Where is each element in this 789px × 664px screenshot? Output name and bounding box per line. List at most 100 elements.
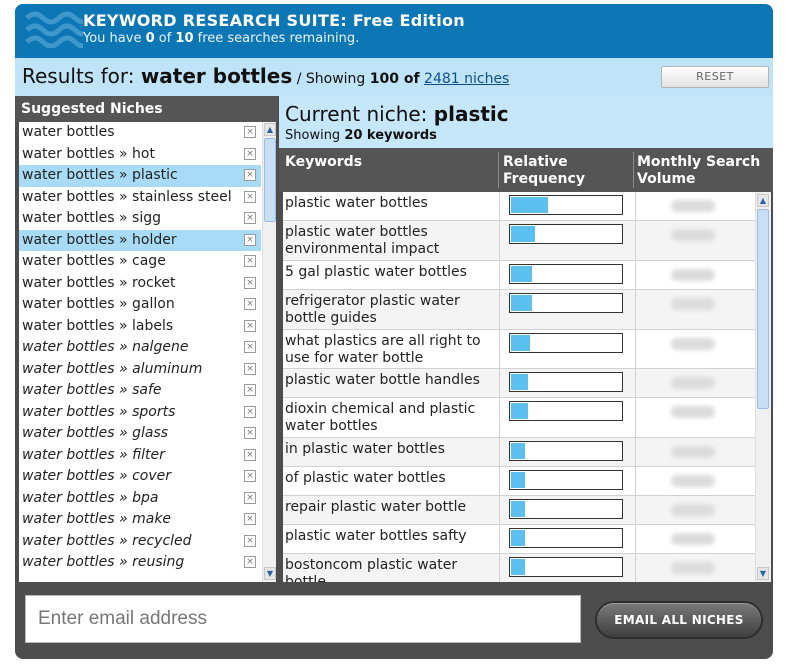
niche-item[interactable]: water bottles » safe × bbox=[19, 380, 261, 402]
keyword-text: plastic water bottles safty bbox=[285, 528, 467, 544]
app-title: KEYWORD RESEARCH SUITE: Free Edition bbox=[83, 11, 465, 30]
search-volume-blurred bbox=[671, 406, 715, 418]
keyword-text: plastic water bottles environmental impa… bbox=[285, 224, 440, 257]
frequency-bar-fill bbox=[511, 472, 525, 488]
reset-button[interactable]: RESET bbox=[661, 66, 769, 88]
niche-label: water bottles » recycled bbox=[22, 532, 192, 549]
niche-item[interactable]: water bottles » holder × bbox=[19, 229, 261, 251]
remove-niche-icon[interactable]: × bbox=[244, 405, 256, 418]
remove-niche-icon[interactable]: × bbox=[244, 169, 256, 181]
frequency-bar-fill bbox=[511, 226, 535, 242]
niche-item[interactable]: water bottles » filter × bbox=[19, 445, 261, 467]
niche-label: water bottles » safe bbox=[22, 382, 162, 398]
keyword-text: repair plastic water bottle bbox=[285, 499, 467, 515]
niche-item[interactable]: water bottles » labels × bbox=[19, 316, 261, 338]
keyword-row[interactable]: of plastic water bottles bbox=[283, 467, 755, 496]
remove-niche-icon[interactable]: × bbox=[244, 233, 256, 246]
remove-niche-icon[interactable]: × bbox=[244, 470, 256, 482]
keyword-row[interactable]: plastic water bottles safty bbox=[283, 525, 755, 554]
keyword-row[interactable]: bostoncom plastic water bottle bbox=[283, 554, 755, 582]
niche-label: water bottles » plastic bbox=[22, 167, 178, 183]
remove-niche-icon[interactable]: × bbox=[244, 319, 256, 332]
frequency-bar bbox=[509, 293, 623, 313]
results-bar: Results for: water bottles / Showing 100… bbox=[15, 58, 773, 96]
niche-item[interactable]: water bottles » aluminum × bbox=[19, 359, 261, 381]
niches-scrollbar[interactable]: ▲ ▼ bbox=[262, 122, 276, 582]
keywords-scroll-thumb[interactable] bbox=[757, 209, 769, 409]
remove-niche-icon[interactable]: × bbox=[244, 448, 256, 461]
niche-item[interactable]: water bottles » stainless steel × bbox=[19, 187, 261, 209]
frequency-bar bbox=[509, 441, 623, 461]
niche-item[interactable]: water bottles » nalgene × bbox=[19, 337, 261, 359]
niche-item[interactable]: water bottles × bbox=[19, 122, 261, 144]
scroll-up-icon[interactable]: ▲ bbox=[757, 194, 769, 207]
keyword-row[interactable]: what plastics are all right to use for w… bbox=[283, 330, 755, 369]
niche-item[interactable]: water bottles » rocket × bbox=[19, 273, 261, 295]
keyword-text: of plastic water bottles bbox=[285, 470, 446, 486]
search-volume-blurred bbox=[671, 229, 715, 241]
keyword-row[interactable]: refrigerator plastic water bottle guides bbox=[283, 290, 755, 330]
remove-niche-icon[interactable]: × bbox=[244, 341, 256, 353]
keyword-text: plastic water bottles bbox=[285, 195, 428, 211]
remove-niche-icon[interactable]: × bbox=[244, 147, 256, 160]
remove-niche-icon[interactable]: × bbox=[244, 362, 256, 375]
column-relative-frequency[interactable]: Relative Frequency bbox=[503, 154, 613, 188]
scroll-up-icon[interactable]: ▲ bbox=[264, 123, 276, 136]
niche-item[interactable]: water bottles » hot × bbox=[19, 144, 261, 166]
niche-item[interactable]: water bottles » bpa × bbox=[19, 488, 261, 510]
scroll-down-icon[interactable]: ▼ bbox=[757, 567, 769, 580]
keyword-row[interactable]: repair plastic water bottle bbox=[283, 496, 755, 525]
remove-niche-icon[interactable]: × bbox=[244, 384, 256, 396]
niche-item[interactable]: water bottles » cage × bbox=[19, 251, 261, 273]
column-monthly-search-volume[interactable]: Monthly Search Volume bbox=[637, 154, 765, 188]
remove-niche-icon[interactable]: × bbox=[244, 126, 256, 138]
niche-item[interactable]: water bottles » plastic × bbox=[19, 165, 261, 187]
email-all-niches-button[interactable]: EMAIL ALL NICHES bbox=[595, 601, 763, 639]
niche-item[interactable]: water bottles » make × bbox=[19, 509, 261, 531]
remove-niche-icon[interactable]: × bbox=[244, 427, 256, 439]
keyword-row[interactable]: plastic water bottles bbox=[283, 192, 755, 221]
keywords-scrollbar[interactable]: ▲ ▼ bbox=[755, 192, 771, 582]
keyword-text: 5 gal plastic water bottles bbox=[285, 264, 467, 280]
results-query: water bottles bbox=[140, 64, 293, 88]
frequency-bar-fill bbox=[511, 501, 525, 517]
niche-item[interactable]: water bottles » recycled × bbox=[19, 531, 261, 553]
niche-label: water bottles » holder bbox=[22, 231, 177, 248]
remove-niche-icon[interactable]: × bbox=[244, 556, 256, 568]
keywords-table-header: Keywords Relative Frequency Monthly Sear… bbox=[279, 148, 773, 192]
search-volume-blurred bbox=[671, 504, 715, 516]
email-input[interactable] bbox=[25, 595, 581, 643]
keyword-row[interactable]: dioxin chemical and plastic water bottle… bbox=[283, 398, 755, 438]
search-volume-blurred bbox=[671, 269, 715, 281]
frequency-bar bbox=[509, 528, 623, 548]
frequency-bar-fill bbox=[511, 335, 530, 351]
remove-niche-icon[interactable]: × bbox=[244, 513, 256, 525]
niche-item[interactable]: water bottles » reusing × bbox=[19, 552, 261, 574]
column-keywords[interactable]: Keywords bbox=[285, 154, 362, 171]
keyword-row[interactable]: plastic water bottles environmental impa… bbox=[283, 221, 755, 261]
search-volume-blurred bbox=[671, 200, 715, 212]
remove-niche-icon[interactable]: × bbox=[244, 276, 256, 289]
frequency-bar bbox=[509, 499, 623, 519]
keyword-text: bostoncom plastic water bottle bbox=[285, 557, 458, 582]
keyword-row[interactable]: 5 gal plastic water bottles bbox=[283, 261, 755, 290]
all-niches-link[interactable]: 2481 niches bbox=[424, 71, 509, 87]
frequency-bar-fill bbox=[511, 374, 528, 390]
niche-item[interactable]: water bottles » cover × bbox=[19, 466, 261, 488]
niche-item[interactable]: water bottles » gallon × bbox=[19, 294, 261, 316]
niche-item[interactable]: water bottles » sigg × bbox=[19, 208, 261, 230]
remove-niche-icon[interactable]: × bbox=[244, 298, 256, 310]
remove-niche-icon[interactable]: × bbox=[244, 255, 256, 267]
niche-item[interactable]: water bottles » glass × bbox=[19, 423, 261, 445]
niche-item[interactable]: water bottles » sports × bbox=[19, 402, 261, 424]
niche-label: water bottles bbox=[22, 124, 115, 140]
remove-niche-icon[interactable]: × bbox=[244, 190, 256, 203]
remove-niche-icon[interactable]: × bbox=[244, 534, 256, 547]
current-niche-header: Current niche: plastic Showing 20 keywor… bbox=[279, 96, 773, 148]
remove-niche-icon[interactable]: × bbox=[244, 212, 256, 224]
keyword-row[interactable]: plastic water bottle handles bbox=[283, 369, 755, 398]
scroll-down-icon[interactable]: ▼ bbox=[264, 567, 276, 580]
keyword-row[interactable]: in plastic water bottles bbox=[283, 438, 755, 467]
niches-scroll-thumb[interactable] bbox=[264, 138, 276, 222]
remove-niche-icon[interactable]: × bbox=[244, 491, 256, 504]
